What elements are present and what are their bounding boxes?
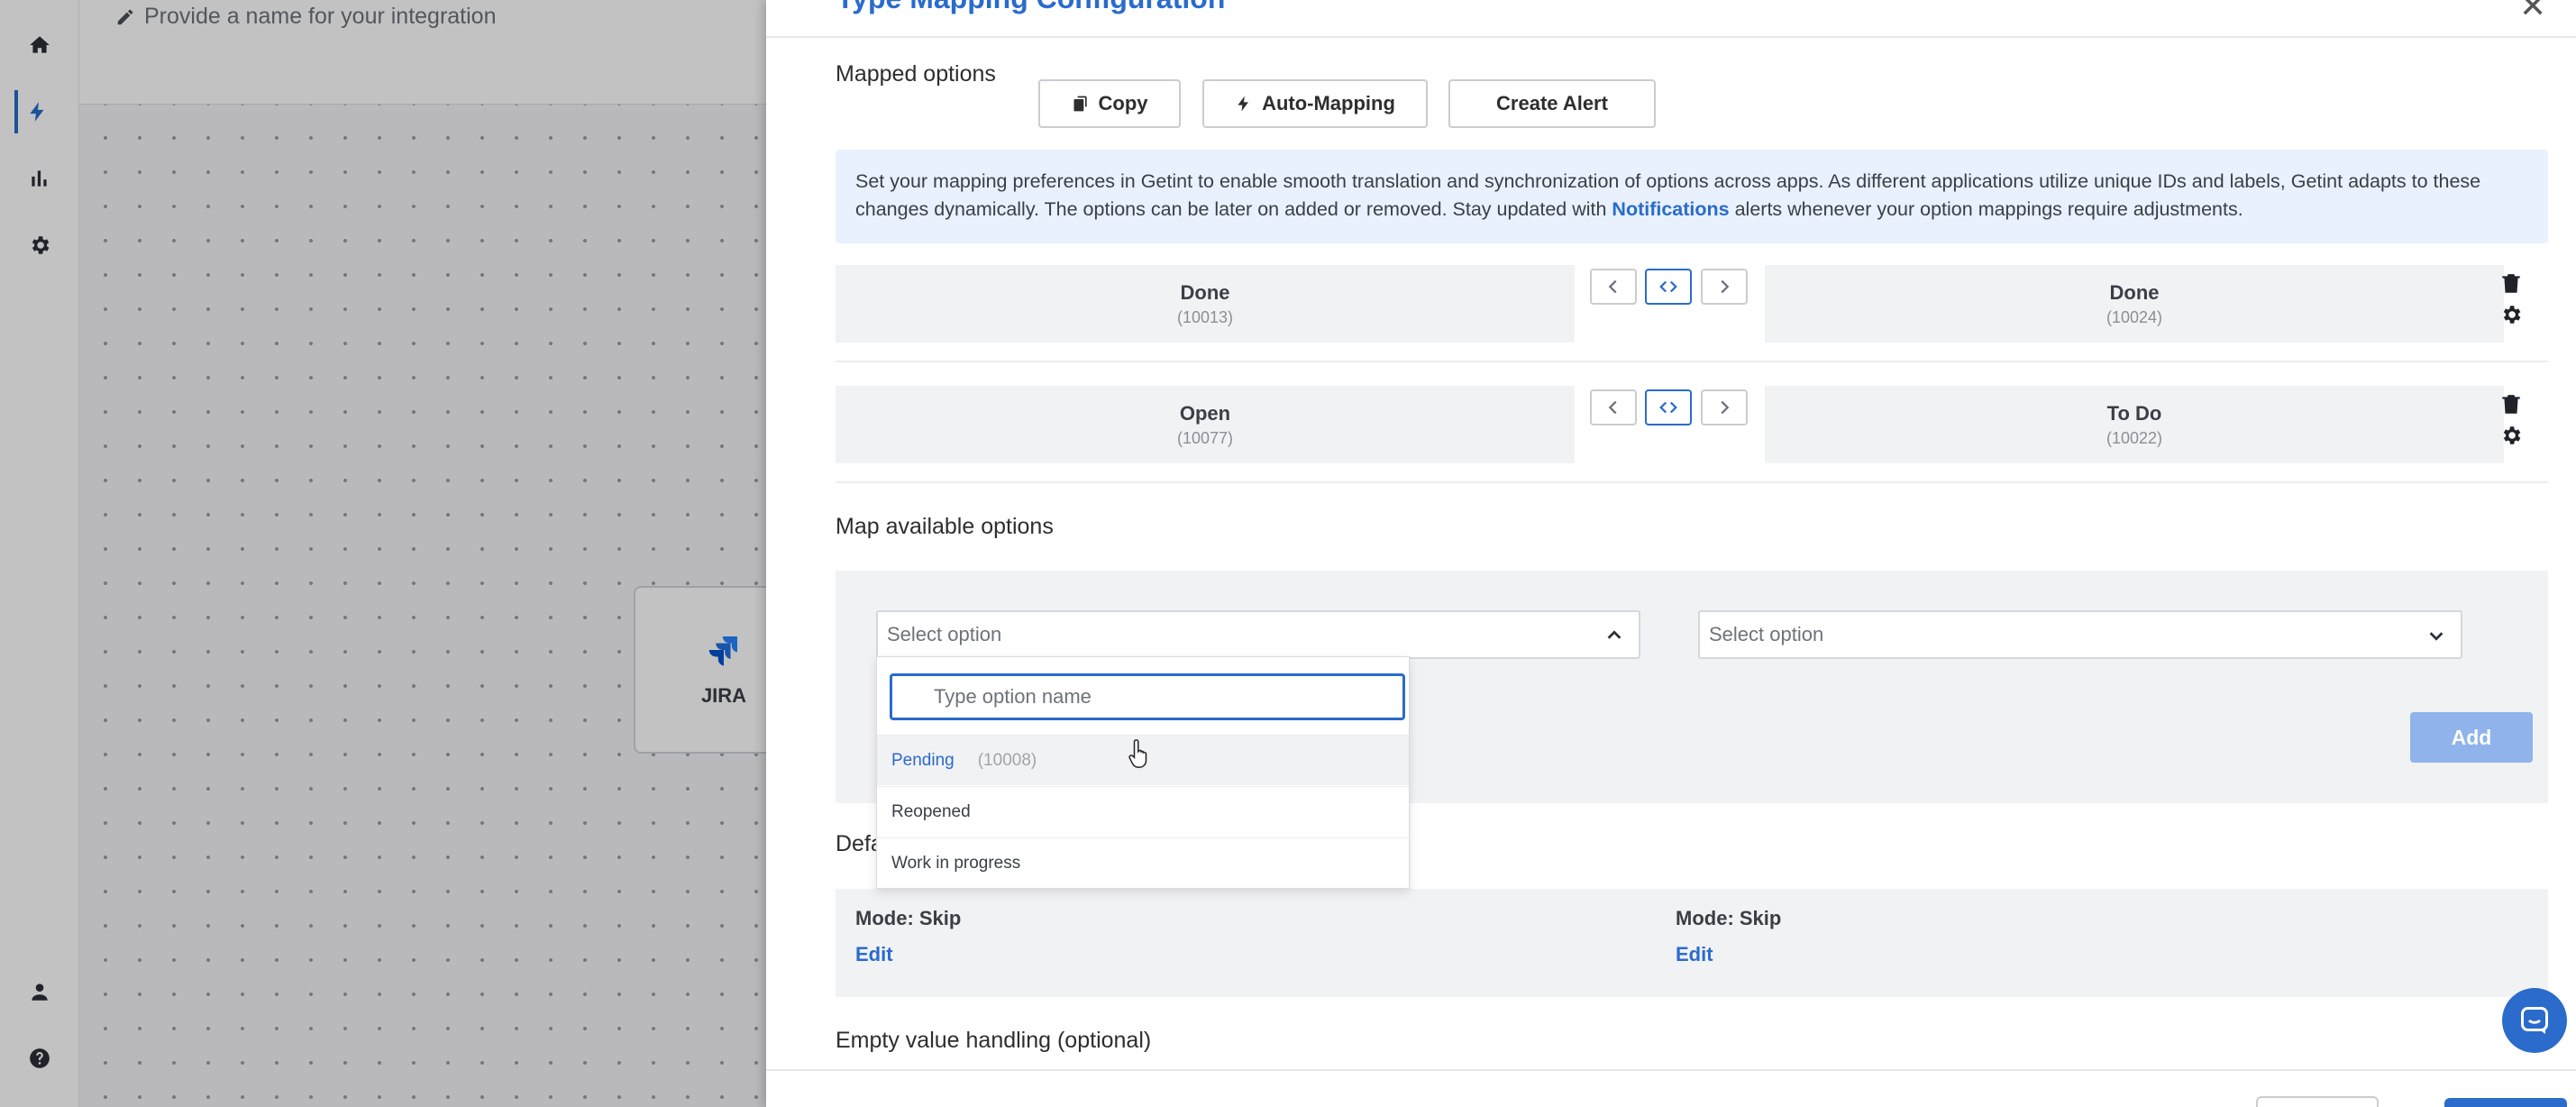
mapped-options-label: Mapped options bbox=[836, 61, 996, 87]
left-option-id: (10077) bbox=[1176, 428, 1234, 447]
copy-icon bbox=[1073, 96, 1087, 112]
dropdown-option[interactable]: Reopened bbox=[877, 786, 1409, 837]
mapping-row: Done (10013) Done (10024) bbox=[836, 265, 2548, 343]
bolt-icon bbox=[1238, 96, 1249, 112]
right-option-name: To Do bbox=[2106, 401, 2162, 425]
left-option-id: (10013) bbox=[1176, 307, 1234, 326]
left-default-mode: Mode: Skip Edit bbox=[855, 907, 961, 966]
chevron-up-icon bbox=[1607, 630, 1621, 639]
notifications-link[interactable]: Notifications bbox=[1612, 198, 1729, 220]
mapping-row: Open (10077) To Do (10022) bbox=[836, 386, 2548, 463]
right-option-id: (10024) bbox=[2106, 307, 2163, 326]
left-edit-link[interactable]: Edit bbox=[855, 943, 961, 966]
chat-support-button[interactable] bbox=[2502, 988, 2567, 1053]
left-option-select[interactable]: Select option bbox=[876, 610, 1640, 659]
right-option-id: (10022) bbox=[2106, 428, 2163, 447]
default-mode-panel: Mode: Skip Edit Mode: Skip Edit bbox=[836, 889, 2548, 997]
info-banner: Set your mapping preferences in Getint t… bbox=[836, 150, 2548, 243]
direction-right-button[interactable] bbox=[1701, 269, 1748, 305]
left-option: Done (10013) bbox=[836, 265, 1575, 343]
chevron-right-icon bbox=[1721, 279, 1730, 294]
save-button[interactable] bbox=[2444, 1098, 2567, 1107]
right-edit-link[interactable]: Edit bbox=[1676, 943, 1781, 966]
copy-label: Copy bbox=[1098, 92, 1148, 114]
left-mode-text: Mode: Skip bbox=[855, 907, 962, 929]
hand-cursor-icon bbox=[1128, 739, 1147, 768]
direction-both-button[interactable] bbox=[1645, 389, 1692, 425]
left-option-name: Open bbox=[1179, 401, 1231, 425]
chevron-left-icon bbox=[1608, 279, 1617, 294]
right-option-select[interactable]: Select option bbox=[1698, 610, 2462, 659]
chat-icon bbox=[2521, 1007, 2548, 1034]
info-text-after: alerts whenever your option mappings req… bbox=[1729, 198, 2243, 220]
dropdown-option[interactable]: Work in progress bbox=[877, 837, 1409, 888]
close-icon[interactable]: ✕ bbox=[2519, 0, 2546, 25]
left-option: Open (10077) bbox=[836, 386, 1575, 463]
option-search-input[interactable]: Type option name bbox=[890, 673, 1405, 720]
row-divider bbox=[836, 361, 2548, 362]
direction-left-button[interactable] bbox=[1590, 269, 1637, 305]
chevron-left-icon bbox=[1608, 400, 1617, 415]
cancel-button[interactable] bbox=[2256, 1096, 2379, 1107]
left-select-value: Select option bbox=[887, 623, 1002, 645]
chevron-right-icon bbox=[1721, 400, 1730, 415]
type-mapping-modal: Type Mapping Configuration ✕ Mapped opti… bbox=[766, 0, 2576, 1107]
right-option: To Do (10022) bbox=[1765, 386, 2504, 463]
right-option: Done (10024) bbox=[1765, 265, 2504, 343]
map-available-label: Map available options bbox=[836, 514, 1054, 539]
auto-mapping-label: Auto-Mapping bbox=[1262, 92, 1395, 114]
right-default-mode: Mode: Skip Edit bbox=[1676, 907, 1781, 966]
option-dropdown: Type option name Pending (10008) Reopene… bbox=[876, 656, 1410, 889]
row-divider bbox=[836, 481, 2548, 483]
copy-button[interactable]: Copy bbox=[1038, 79, 1181, 128]
direction-left-button[interactable] bbox=[1590, 389, 1637, 425]
modal-header: Type Mapping Configuration ✕ bbox=[766, 0, 2576, 38]
bidirectional-icon bbox=[1659, 401, 1677, 414]
right-option-name: Done bbox=[2109, 280, 2160, 304]
create-alert-label: Create Alert bbox=[1496, 92, 1608, 114]
left-option-name: Done bbox=[1180, 280, 1230, 304]
add-button[interactable]: Add bbox=[2410, 712, 2533, 763]
direction-both-button[interactable] bbox=[1645, 269, 1692, 305]
option-label: Work in progress bbox=[891, 853, 1021, 873]
create-alert-button[interactable]: Create Alert bbox=[1448, 79, 1656, 128]
option-id: (10008) bbox=[977, 750, 1037, 770]
gear-icon[interactable] bbox=[2499, 424, 2523, 447]
gear-icon[interactable] bbox=[2499, 303, 2523, 326]
empty-value-label: Empty value handling (optional) bbox=[836, 1028, 1152, 1053]
bidirectional-icon bbox=[1659, 280, 1677, 293]
overlay-dim[interactable] bbox=[0, 0, 766, 1107]
auto-mapping-button[interactable]: Auto-Mapping bbox=[1202, 79, 1428, 128]
right-mode-text: Mode: Skip bbox=[1676, 907, 1782, 929]
chevron-down-icon bbox=[2429, 632, 2444, 641]
direction-right-button[interactable] bbox=[1701, 389, 1748, 425]
option-label: Reopened bbox=[891, 801, 971, 821]
modal-footer bbox=[766, 1069, 2576, 1107]
trash-icon[interactable] bbox=[2499, 393, 2523, 416]
trash-icon[interactable] bbox=[2499, 272, 2523, 296]
right-select-value: Select option bbox=[1709, 623, 1824, 645]
modal-title: Type Mapping Configuration bbox=[836, 0, 1225, 15]
option-label: Pending bbox=[891, 750, 955, 770]
